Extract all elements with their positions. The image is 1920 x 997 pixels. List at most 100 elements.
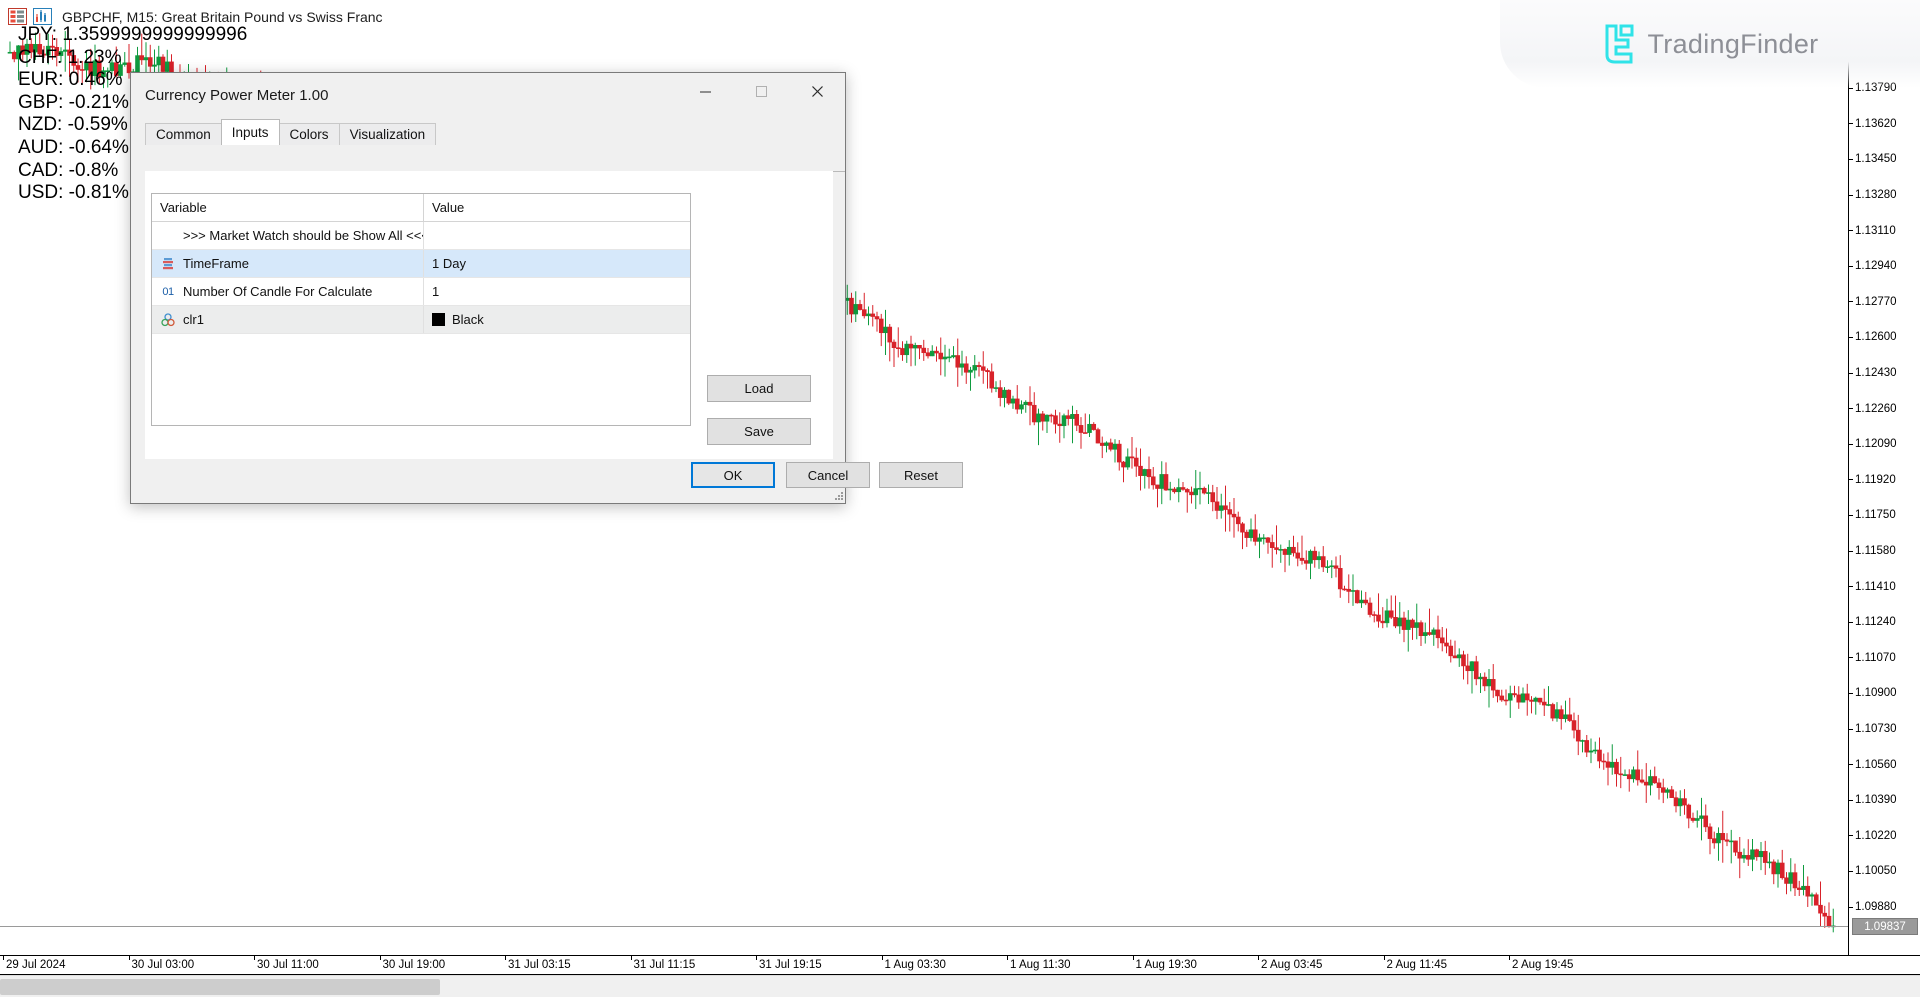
price-axis-tick: 1.11750 [1849, 508, 1896, 522]
price-axis-tick: 1.10560 [1849, 758, 1897, 772]
parameter-value-label: 1 Day [432, 256, 466, 271]
price-axis-tick: 1.10390 [1849, 793, 1897, 807]
price-axis-tick: 1.09880 [1849, 900, 1897, 914]
parameter-name-cell: clr1 [152, 306, 424, 333]
price-axis-tick: 1.13450 [1849, 152, 1897, 166]
price-axis-tick: 1.11580 [1849, 544, 1896, 558]
price-axis-tick: 1.13620 [1849, 117, 1897, 131]
currency-power-meter-dialog[interactable]: Currency Power Meter 1.00 CommonInputsCo… [130, 72, 846, 504]
table-header-row: VariableValue [152, 194, 690, 222]
tab-colors[interactable]: Colors [279, 123, 340, 145]
ok-button[interactable]: OK [691, 462, 775, 488]
save-button[interactable]: Save [707, 418, 811, 445]
minimize-button[interactable] [677, 73, 733, 109]
parameter-value-label: Black [452, 312, 484, 327]
dialog-tabs[interactable]: Common Inputs Colors Visualization [145, 119, 845, 145]
dialog-title: Currency Power Meter 1.00 [145, 87, 328, 104]
price-axis-tick: 1.13280 [1849, 188, 1897, 202]
parameter-name-cell: TimeFrame [152, 250, 424, 277]
column-header-value: Value [424, 194, 690, 221]
price-axis-tick: 1.11070 [1849, 651, 1896, 665]
price-axis-tick: 1.13110 [1849, 224, 1896, 238]
chart-window-icon[interactable] [33, 8, 52, 25]
time-axis-tick: 1 Aug 03:30 [882, 956, 946, 971]
horizontal-scrollbar[interactable] [0, 975, 1920, 997]
tab-visualization[interactable]: Visualization [339, 123, 437, 145]
tab-label: Visualization [350, 127, 426, 142]
time-axis-tick: 31 Jul 11:15 [631, 956, 696, 971]
price-axis-tick: 1.11240 [1849, 615, 1896, 629]
column-header-variable: Variable [152, 194, 424, 221]
maximize-button[interactable] [733, 73, 789, 109]
current-price-line [0, 926, 1848, 927]
time-axis-tick: 2 Aug 11:45 [1384, 956, 1448, 971]
market-watch-icon[interactable] [8, 8, 27, 25]
close-button[interactable] [789, 73, 845, 109]
parameter-name-label: TimeFrame [183, 256, 249, 271]
price-axis-tick: 1.12940 [1849, 259, 1897, 273]
dialog-titlebar[interactable]: Currency Power Meter 1.00 [131, 73, 845, 117]
price-axis-tick: 1.12600 [1849, 330, 1897, 344]
time-axis-tick: 1 Aug 19:30 [1133, 956, 1197, 971]
table-row[interactable]: 01 Number Of Candle For Calculate 1 [152, 278, 690, 306]
reset-button[interactable]: Reset [879, 462, 963, 488]
tab-label: Inputs [232, 125, 269, 140]
parameter-name-cell: >>> Market Watch should be Show All <<< [152, 222, 424, 249]
time-axis-tick: 31 Jul 03:15 [505, 956, 571, 971]
parameter-name-cell: 01 Number Of Candle For Calculate [152, 278, 424, 305]
time-axis-tick: 31 Jul 19:15 [756, 956, 822, 971]
metatrader-window: GBPCHF, M15: Great Britain Pound vs Swis… [0, 0, 1920, 997]
color-type-icon [160, 312, 176, 328]
parameter-name-label: Number Of Candle For Calculate [183, 284, 372, 299]
dialog-footer: OK Cancel Reset [131, 451, 847, 503]
price-axis-tick: 1.10900 [1849, 686, 1897, 700]
symbol-label: GBPCHF, M15: Great Britain Pound vs Swis… [62, 9, 383, 25]
table-row[interactable]: TimeFrame 1 Day [152, 250, 690, 278]
time-axis-tick: 29 Jul 2024 [3, 956, 65, 971]
table-row[interactable]: >>> Market Watch should be Show All <<< [152, 222, 690, 250]
current-price-badge: 1.09837 [1852, 918, 1918, 935]
price-axis-tick: 1.11410 [1849, 580, 1896, 594]
time-axis[interactable]: 29 Jul 2024 30 Jul 03:00 30 Jul 11:00 30 Ju… [0, 955, 1920, 975]
price-axis-tick: 1.12430 [1849, 366, 1897, 380]
price-axis-tick: 1.10050 [1849, 864, 1897, 878]
integer-type-icon: 01 [160, 284, 176, 300]
time-axis-tick: 30 Jul 11:00 [254, 956, 319, 971]
window-buttons [677, 73, 845, 109]
price-axis-tick: 1.12090 [1849, 437, 1897, 451]
tab-label: Colors [290, 127, 329, 142]
price-axis-tick: 1.11920 [1849, 473, 1896, 487]
time-axis-tick: 30 Jul 03:00 [129, 956, 195, 971]
price-axis-tick: 1.10220 [1849, 829, 1897, 843]
price-axis-tick: 1.12770 [1849, 295, 1897, 309]
parameter-value-cell[interactable]: 1 Day [424, 250, 690, 277]
tradingfinder-logo-icon [1602, 23, 1638, 65]
parameters-table[interactable]: VariableValue>>> Market Watch should be … [151, 193, 691, 426]
price-axis-tick: 1.10730 [1849, 722, 1897, 736]
time-axis-tick: 30 Jul 19:00 [380, 956, 446, 971]
price-axis[interactable]: 1.141301.139601.137901.136201.134501.132… [1848, 0, 1920, 955]
tradingfinder-watermark: TradingFinder [1500, 0, 1920, 88]
timeframe-icon [160, 256, 176, 272]
color-swatch [432, 313, 445, 326]
resize-grip[interactable] [832, 488, 844, 500]
time-axis-tick: 2 Aug 19:45 [1509, 956, 1573, 971]
price-axis-tick: 1.12260 [1849, 402, 1897, 416]
parameter-value-cell[interactable]: 1 [424, 278, 690, 305]
no-icon [160, 228, 176, 244]
parameter-value-label: 1 [432, 284, 439, 299]
load-button[interactable]: Load [707, 375, 811, 402]
tab-label: Common [156, 127, 211, 142]
table-row[interactable]: clr1 Black [152, 306, 690, 334]
cancel-button[interactable]: Cancel [786, 462, 870, 488]
parameter-value-cell[interactable]: Black [424, 306, 690, 333]
parameter-name-label: clr1 [183, 312, 204, 327]
tab-common[interactable]: Common [145, 123, 222, 145]
tradingfinder-brand-label: TradingFinder [1648, 29, 1819, 60]
parameter-name-label: >>> Market Watch should be Show All <<< [183, 228, 424, 243]
tab-inputs[interactable]: Inputs [221, 119, 280, 145]
time-axis-tick: 2 Aug 03:45 [1258, 956, 1322, 971]
symbol-header: GBPCHF, M15: Great Britain Pound vs Swis… [8, 8, 383, 25]
scrollbar-thumb[interactable] [0, 979, 440, 995]
parameter-value-cell[interactable] [424, 222, 690, 249]
